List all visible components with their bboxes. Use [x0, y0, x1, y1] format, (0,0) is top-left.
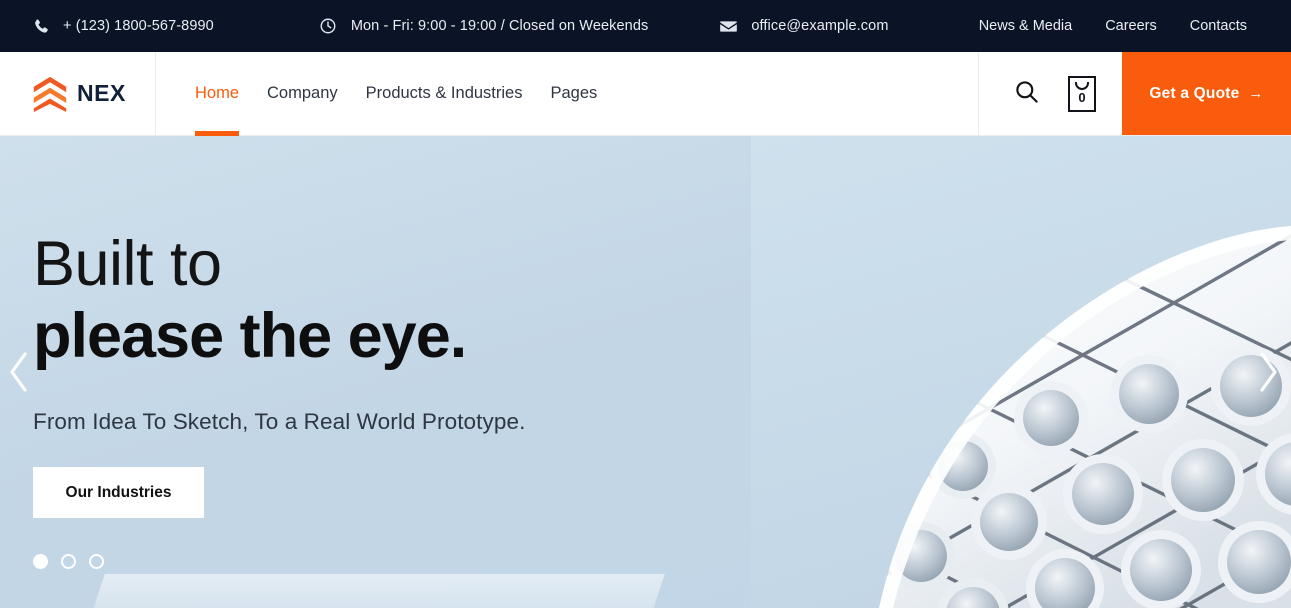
hero-slider: Built to please the eye. From Idea To Sk…: [0, 136, 1291, 608]
chevron-right-icon: [1255, 350, 1281, 394]
hero-title-light: Built to: [33, 229, 222, 299]
logo-wordmark: NEX: [77, 80, 126, 106]
our-industries-button[interactable]: Our Industries: [33, 467, 204, 519]
nav-item-products-industries-label: Products & Industries: [365, 84, 523, 102]
slider-dot-3[interactable]: [89, 554, 104, 570]
search-icon: [1013, 78, 1040, 110]
our-industries-label: Our Industries: [65, 483, 172, 501]
header-spacer: [611, 52, 978, 135]
slider-pagination: [33, 554, 1291, 570]
header-tools: 0: [978, 52, 1122, 135]
arrow-right-icon: →: [1248, 85, 1264, 102]
nav-item-company[interactable]: Company: [253, 52, 352, 135]
topbar-link-news[interactable]: News & Media: [979, 18, 1072, 34]
nav-item-pages[interactable]: Pages: [536, 52, 611, 135]
topbar-link-careers[interactable]: Careers: [1105, 18, 1157, 34]
get-a-quote-label: Get a Quote: [1149, 84, 1240, 102]
clock-icon: [318, 16, 338, 36]
hero-decorative-panel: [85, 574, 665, 608]
topbar-links: News & Media Careers Contacts: [979, 18, 1247, 34]
topbar-phone[interactable]: + (123) 1800-567-8990: [30, 16, 214, 36]
slider-dot-2[interactable]: [61, 554, 76, 570]
topbar-phone-text: + (123) 1800-567-8990: [63, 18, 214, 34]
slider-next-button[interactable]: [1251, 346, 1285, 398]
topbar-email-text: office@example.com: [751, 18, 889, 34]
topbar-email[interactable]: office@example.com: [718, 16, 888, 36]
nav-item-products-industries[interactable]: Products & Industries: [352, 52, 537, 135]
topbar-hours-text: Mon - Fri: 9:00 - 19:00 / Closed on Week…: [350, 18, 649, 34]
hero-subtitle: From Idea To Sketch, To a Real World Pro…: [33, 409, 526, 435]
slider-prev-button[interactable]: [2, 346, 36, 398]
mail-icon: [718, 16, 738, 36]
primary-navigation: Home Company Products & Industries Pages: [156, 52, 611, 136]
chevron-left-icon: [6, 350, 32, 394]
get-a-quote-button[interactable]: Get a Quote →: [1122, 52, 1291, 135]
site-header: NEX Home Company Products & Industries P…: [0, 52, 1291, 136]
nav-item-home-label: Home: [195, 84, 240, 102]
topbar-hours: Mon - Fri: 9:00 - 19:00 / Closed on Week…: [318, 16, 649, 36]
nav-item-home[interactable]: Home: [181, 52, 253, 136]
hero-content: Built to please the eye. From Idea To Sk…: [0, 136, 1291, 570]
nav-item-company-label: Company: [267, 84, 338, 102]
cart-count-badge: 0: [1078, 89, 1086, 105]
chevron-stack-logo-icon: [32, 75, 68, 113]
search-button[interactable]: [1013, 78, 1040, 110]
top-utility-bar: + (123) 1800-567-8990 Mon - Fri: 9:00 - …: [0, 0, 1291, 52]
slider-dot-1[interactable]: [33, 554, 48, 570]
nav-item-pages-label: Pages: [550, 84, 598, 102]
logo-container[interactable]: NEX: [0, 52, 156, 135]
hero-title-bold: please the eye.: [33, 301, 467, 371]
brand-logo[interactable]: NEX: [32, 75, 126, 113]
phone-icon: [30, 16, 50, 36]
topbar-link-contacts[interactable]: Contacts: [1190, 18, 1247, 34]
shopping-bag-icon: [1075, 81, 1089, 90]
cart-button[interactable]: 0: [1068, 75, 1096, 112]
